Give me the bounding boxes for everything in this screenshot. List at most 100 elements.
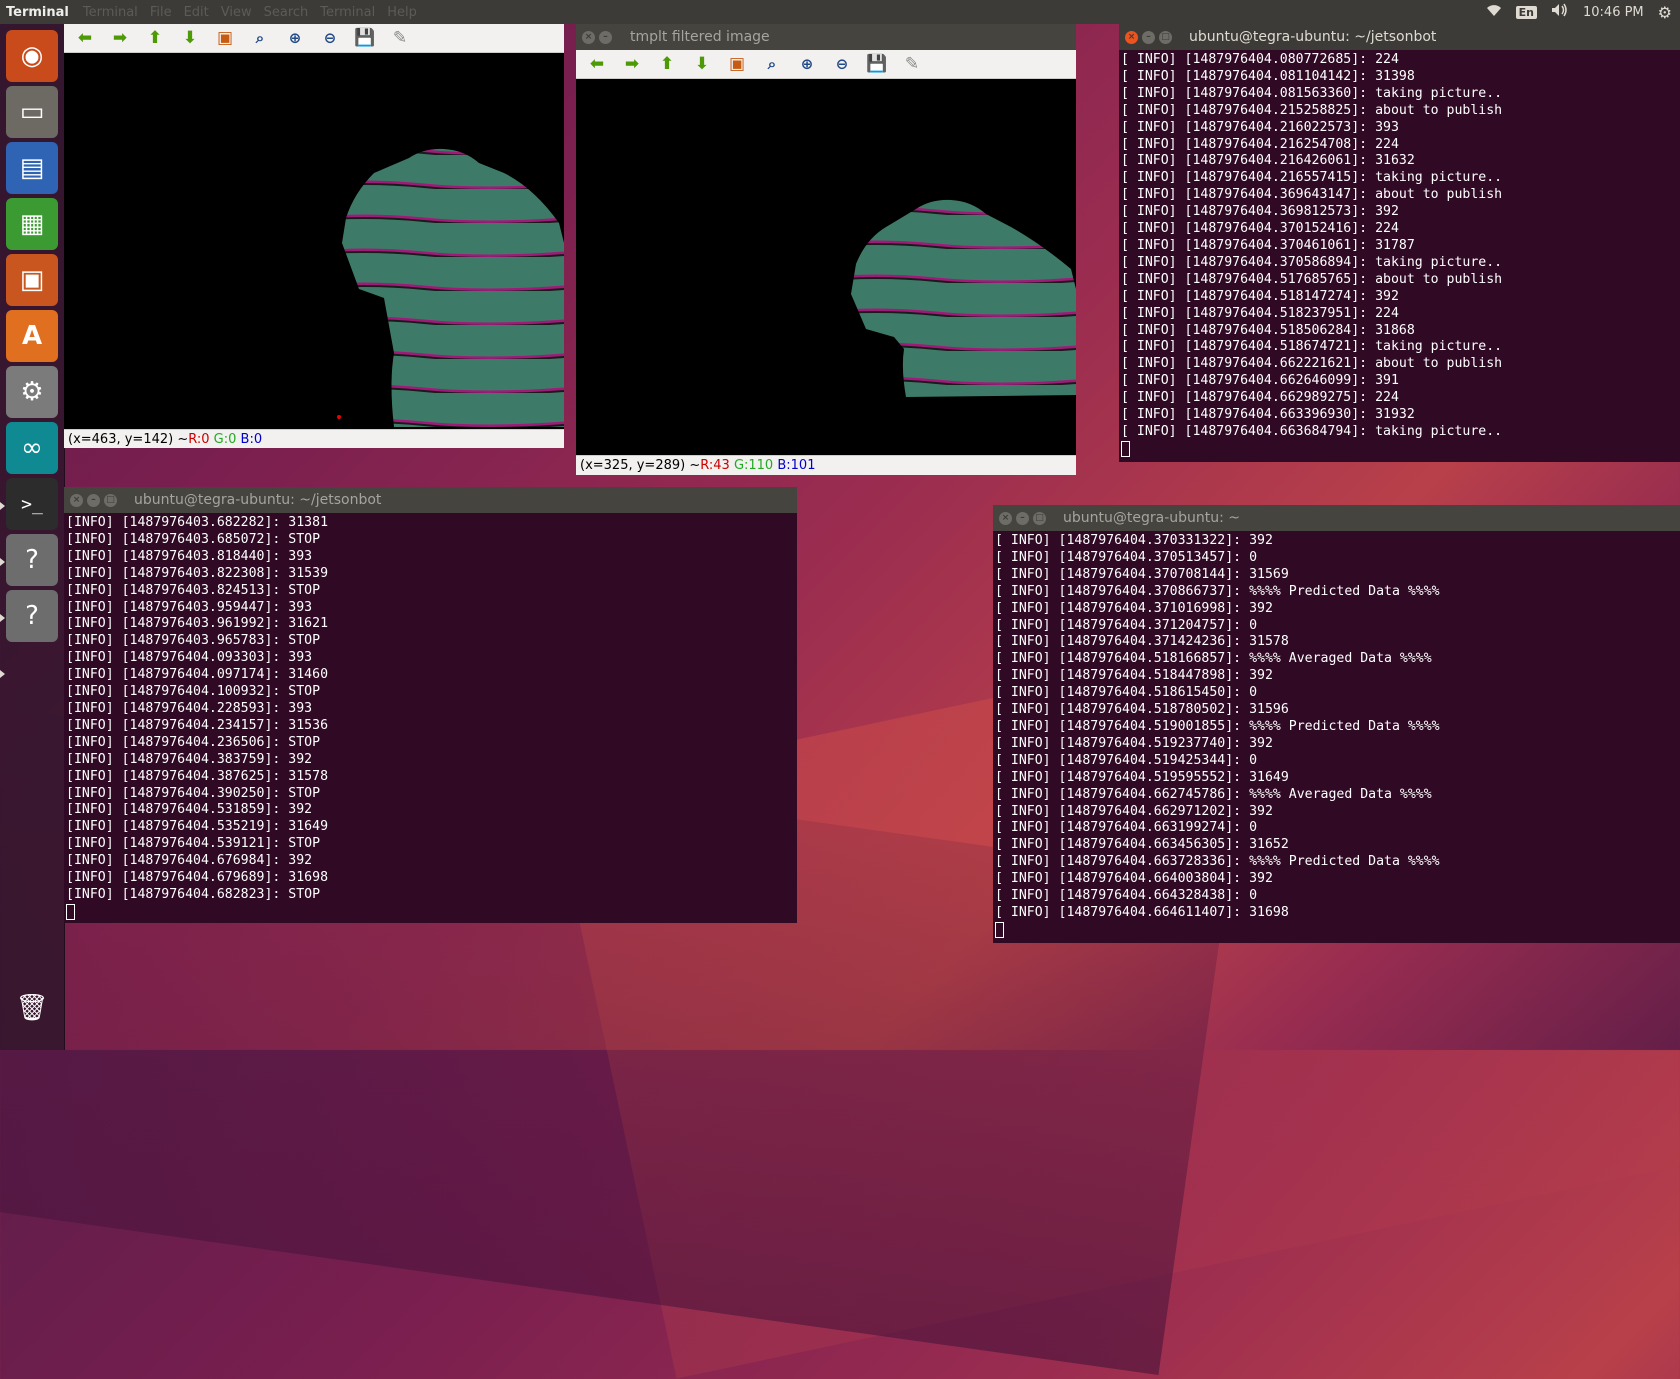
- menu-search[interactable]: Search: [264, 5, 309, 20]
- wifi-icon[interactable]: [1486, 3, 1502, 21]
- close-icon[interactable]: ×: [1125, 30, 1138, 44]
- pixel-b: B:101: [777, 457, 816, 473]
- terminal-line: [ INFO] [1487976404.664328438]: 0: [995, 888, 1258, 904]
- terminal-line: [ INFO] [1487976404.370513457]: 0: [995, 549, 1258, 565]
- pixel-coords: (x=325, y=289) ~: [580, 457, 701, 473]
- terminal-line: [ INFO] [1487976404.518166857]: %%%% Ave…: [995, 651, 1432, 667]
- properties-icon[interactable]: ✎: [385, 27, 415, 49]
- titlebar[interactable]: × – □ ubuntu@tegra-ubuntu: ~/jetsonbot: [64, 487, 797, 513]
- image-toolbar: ⬅ ➡ ⬆ ⬇ ▣ ⌕ ⊕ ⊖ 💾 ✎: [576, 50, 1076, 79]
- gear-icon[interactable]: ⚙: [1658, 3, 1672, 22]
- image-canvas[interactable]: [64, 53, 564, 429]
- zoom-out-icon[interactable]: ⊖: [315, 27, 345, 49]
- terminal-line: [ INFO] [1487976404.519595552]: 31649: [995, 769, 1289, 785]
- system-settings-icon[interactable]: ⚙: [6, 366, 58, 418]
- menu-file[interactable]: File: [150, 5, 172, 20]
- titlebar[interactable]: × – □ ubuntu@tegra-ubuntu: ~/jetsonbot: [1119, 24, 1680, 50]
- minimize-icon[interactable]: –: [1016, 511, 1029, 525]
- terminal-line: [ INFO] [1487976404.370708144]: 31569: [995, 566, 1289, 582]
- impress-icon[interactable]: ▣: [6, 254, 58, 306]
- terminal-line: [ INFO] [1487976404.518506284]: 31868: [1121, 322, 1415, 338]
- image-window-raw: ⬅ ➡ ⬆ ⬇ ▣ ⌕ ⊕ ⊖ 💾 ✎ (x=463, y=142) ~ R:0…: [64, 24, 564, 448]
- pan-up-icon[interactable]: ⬆: [140, 27, 170, 49]
- tshirt-shape: [342, 148, 564, 427]
- unknown-app-2-icon[interactable]: ?: [6, 590, 58, 642]
- close-icon[interactable]: ×: [70, 493, 83, 507]
- terminal-line: [ INFO] [1487976404.369812573]: 392: [1121, 204, 1399, 220]
- pan-left-icon[interactable]: ⬅: [582, 53, 612, 75]
- zoom-out-icon[interactable]: ⊖: [827, 53, 857, 75]
- terminal-line: [INFO] [1487976404.676984]: 392: [66, 853, 313, 869]
- zoom-region-icon[interactable]: ⌕: [757, 53, 787, 75]
- close-icon[interactable]: ×: [999, 511, 1012, 525]
- calc-icon[interactable]: ▦: [6, 198, 58, 250]
- tshirt-image: [337, 148, 564, 427]
- terminal-line: [ INFO] [1487976404.518780502]: 31596: [995, 702, 1289, 718]
- maximize-icon[interactable]: □: [104, 493, 117, 507]
- minimize-icon[interactable]: –: [1142, 30, 1155, 44]
- menu-edit[interactable]: Edit: [184, 5, 209, 20]
- menu-help[interactable]: Help: [387, 5, 417, 20]
- close-icon[interactable]: ×: [582, 30, 595, 44]
- terminal-prompt[interactable]: [66, 903, 795, 923]
- properties-icon[interactable]: ✎: [897, 53, 927, 75]
- save-icon[interactable]: 💾: [862, 53, 892, 75]
- zoom-fit-icon[interactable]: ▣: [722, 53, 752, 75]
- minimize-icon[interactable]: –: [87, 493, 100, 507]
- trash-icon[interactable]: 🗑: [6, 982, 58, 1034]
- terminal-line: [INFO] [1487976403.682282]: 31381: [66, 515, 329, 530]
- terminal-icon[interactable]: >_: [6, 478, 58, 530]
- terminal-prompt[interactable]: [995, 921, 1678, 941]
- cursor: [995, 921, 1004, 938]
- writer-icon[interactable]: ▤: [6, 142, 58, 194]
- unknown-app-icon[interactable]: ?: [6, 534, 58, 586]
- terminal-line: [ INFO] [1487976404.216022573]: 393: [1121, 119, 1399, 135]
- terminal-line: [INFO] [1487976404.234157]: 31536: [66, 717, 329, 733]
- terminal-prompt[interactable]: [1121, 440, 1678, 460]
- pan-down-icon[interactable]: ⬇: [687, 53, 717, 75]
- maximize-icon[interactable]: □: [1033, 511, 1046, 525]
- pixel-coords: (x=463, y=142) ~: [68, 431, 189, 447]
- pan-right-icon[interactable]: ➡: [617, 53, 647, 75]
- terminal-line: [ INFO] [1487976404.371424236]: 31578: [995, 634, 1289, 650]
- ubuntu-dash-icon[interactable]: ◉: [6, 30, 58, 82]
- pixel-status: (x=325, y=289) ~ R:43 G:110 B:101: [576, 455, 1076, 474]
- maximize-icon[interactable]: □: [1159, 30, 1172, 44]
- pan-right-icon[interactable]: ➡: [105, 27, 135, 49]
- zoom-region-icon[interactable]: ⌕: [245, 27, 275, 49]
- pixel-r: R:43: [700, 457, 730, 473]
- zoom-fit-icon[interactable]: ▣: [210, 27, 240, 49]
- files-icon[interactable]: ▭: [6, 86, 58, 138]
- titlebar[interactable]: × – □ ubuntu@tegra-ubuntu: ~: [993, 505, 1680, 531]
- pan-up-icon[interactable]: ⬆: [652, 53, 682, 75]
- pixel-status: (x=463, y=142) ~ R:0 G:0 B:0: [64, 429, 564, 448]
- terminal-line: [ INFO] [1487976404.371204757]: 0: [995, 617, 1258, 633]
- terminal-output[interactable]: [ INFO] [1487976404.370331322]: 392[ INF…: [993, 531, 1680, 943]
- terminal-output[interactable]: [INFO] [1487976403.682282]: 31381 [INFO] …: [64, 513, 797, 923]
- menu-terminal[interactable]: Terminal: [83, 5, 138, 20]
- menu-terminal-2[interactable]: Terminal: [320, 5, 375, 20]
- titlebar[interactable]: × – tmplt filtered image: [576, 24, 1076, 50]
- terminal-line: [ INFO] [1487976404.519425344]: 0: [995, 752, 1258, 768]
- terminal-line: [INFO] [1487976403.824513]: STOP: [66, 582, 321, 598]
- software-center-icon[interactable]: A: [6, 310, 58, 362]
- keyboard-layout-indicator[interactable]: En: [1515, 5, 1537, 19]
- image-canvas[interactable]: [576, 79, 1076, 455]
- arduino-icon[interactable]: ∞: [6, 422, 58, 474]
- volume-icon[interactable]: [1551, 3, 1569, 21]
- terminal-output[interactable]: [ INFO] [1487976404.080772685]: 224[ INF…: [1119, 50, 1680, 462]
- clock[interactable]: 10:46 PM: [1583, 5, 1644, 20]
- terminal-line: [ INFO] [1487976404.662989275]: 224: [1121, 390, 1399, 406]
- zoom-in-icon[interactable]: ⊕: [792, 53, 822, 75]
- terminal-line: [INFO] [1487976404.236506]: STOP: [66, 734, 321, 750]
- terminal-line: [ INFO] [1487976404.518615450]: 0: [995, 685, 1258, 701]
- save-icon[interactable]: 💾: [350, 27, 380, 49]
- terminal-window-left: × – □ ubuntu@tegra-ubuntu: ~/jetsonbot […: [64, 487, 797, 923]
- window-title: ubuntu@tegra-ubuntu: ~/jetsonbot: [1189, 29, 1437, 45]
- minimize-icon[interactable]: –: [599, 30, 612, 44]
- terminal-line: [ INFO] [1487976404.662745786]: %%%% Ave…: [995, 786, 1432, 802]
- zoom-in-icon[interactable]: ⊕: [280, 27, 310, 49]
- pan-down-icon[interactable]: ⬇: [175, 27, 205, 49]
- menu-view[interactable]: View: [221, 5, 252, 20]
- pan-left-icon[interactable]: ⬅: [70, 27, 100, 49]
